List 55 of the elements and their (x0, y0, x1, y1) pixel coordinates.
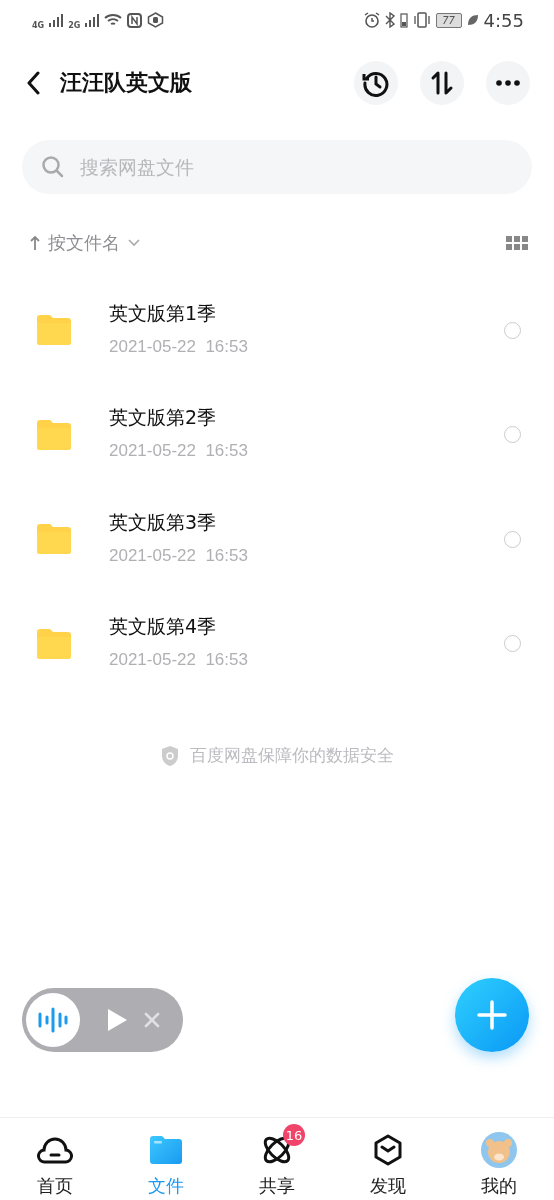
nav-tab[interactable]: 16 共享 (221, 1118, 333, 1200)
cloud-icon (37, 1135, 74, 1165)
folder-icon (37, 315, 71, 346)
avatar-icon (480, 1132, 517, 1168)
sort-button[interactable] (420, 61, 464, 105)
search-field[interactable]: 搜索网盘文件 (22, 140, 532, 194)
security-note: 百度网盘保障你的数据安全 (190, 744, 394, 767)
battery-indicator: 77 (435, 12, 462, 28)
history-button[interactable] (354, 61, 398, 105)
up-arrow-icon (30, 235, 40, 251)
swap-icon (430, 71, 454, 95)
bluetooth-icon (384, 12, 395, 28)
file-name[interactable]: 英文版第1季 (109, 300, 504, 327)
wifi-icon (104, 13, 123, 27)
modified-date: 2021-05-22 16:53 (109, 545, 249, 566)
file-name[interactable]: 英文版第4季 (109, 614, 504, 641)
folder-icon (37, 524, 71, 555)
folder-icon (150, 1136, 183, 1164)
nav-tab[interactable]: 我的 (443, 1118, 554, 1200)
modified-date: 2021-05-22 16:53 (109, 650, 249, 671)
vibrate-icon (412, 12, 431, 28)
shield-icon (160, 744, 180, 767)
modified-date: 2021-05-22 16:53 (109, 441, 249, 462)
play-icon[interactable] (106, 1007, 128, 1033)
add-button[interactable] (455, 978, 529, 1052)
folder-icon (37, 628, 71, 659)
close-icon[interactable] (144, 1012, 160, 1028)
page-title: 汪汪队英文版 (60, 69, 193, 97)
leaf-icon (466, 14, 479, 26)
alarm-icon (363, 12, 380, 28)
grid-view-icon[interactable] (506, 236, 528, 250)
clock-time: 4:55 (483, 9, 524, 31)
signal-icon (85, 13, 100, 27)
file-name[interactable]: 英文版第3季 (109, 509, 504, 536)
network-label: 4G (32, 20, 45, 30)
nav-tab[interactable]: 发现 (332, 1118, 444, 1200)
sound-wave-icon (38, 1007, 68, 1033)
signal-icon (49, 13, 64, 27)
count-badge: 16 (283, 1124, 305, 1146)
plus-icon (477, 1000, 507, 1030)
more-icon (496, 80, 520, 86)
back-icon[interactable] (26, 71, 40, 95)
hexagon-icon (372, 1134, 403, 1166)
file-name[interactable]: 英文版第2季 (109, 405, 504, 432)
phone-battery-icon (399, 12, 408, 28)
chevron-down-icon (128, 239, 140, 247)
more-button[interactable] (486, 61, 530, 105)
history-icon (362, 69, 390, 97)
nav-tab[interactable]: 首页 (0, 1118, 111, 1200)
modified-date: 2021-05-22 16:53 (109, 336, 249, 357)
nfc-icon (127, 12, 143, 28)
folder-icon (37, 419, 71, 450)
search-icon (42, 156, 64, 178)
network-label: 2G (68, 20, 81, 30)
hand-icon (147, 12, 165, 28)
